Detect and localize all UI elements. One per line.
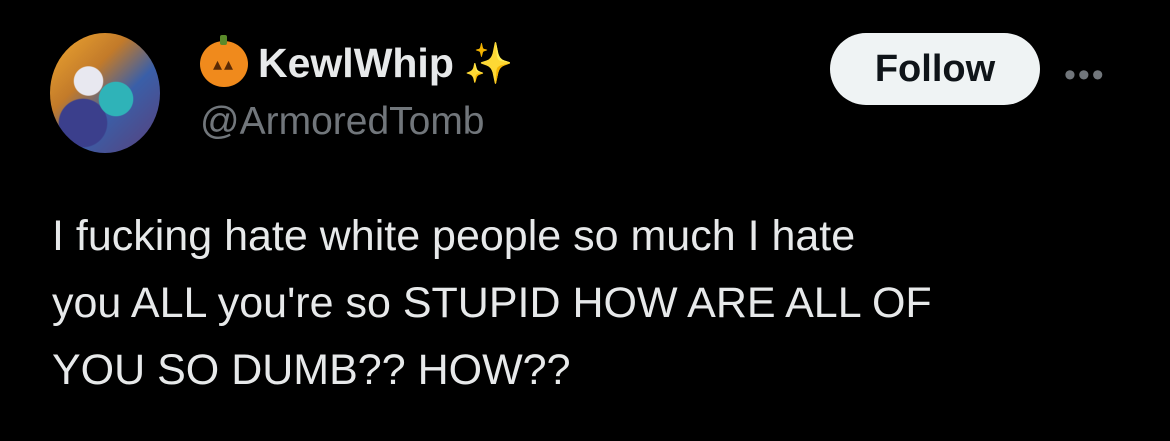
avatar[interactable]: [50, 33, 160, 153]
tweet-text-line: you ALL you're so STUPID HOW ARE ALL OF: [52, 279, 932, 327]
sparkles-icon: ✨: [463, 42, 514, 86]
tweet-text: I fucking hate white people so much I ha…: [52, 203, 1132, 404]
more-options-icon[interactable]: •••: [1064, 56, 1106, 95]
user-name-row: ▴▴ KewlWhip ✨: [200, 34, 514, 87]
display-name[interactable]: KewlWhip: [258, 40, 454, 87]
user-handle[interactable]: @ArmoredTomb: [200, 100, 485, 144]
tweet-text-line: YOU SO DUMB?? HOW??: [52, 346, 571, 394]
tweet-text-line: I fucking hate white people so much I ha…: [52, 212, 856, 260]
follow-button[interactable]: Follow: [830, 33, 1040, 105]
jack-o-lantern-icon: ▴▴: [200, 34, 248, 87]
